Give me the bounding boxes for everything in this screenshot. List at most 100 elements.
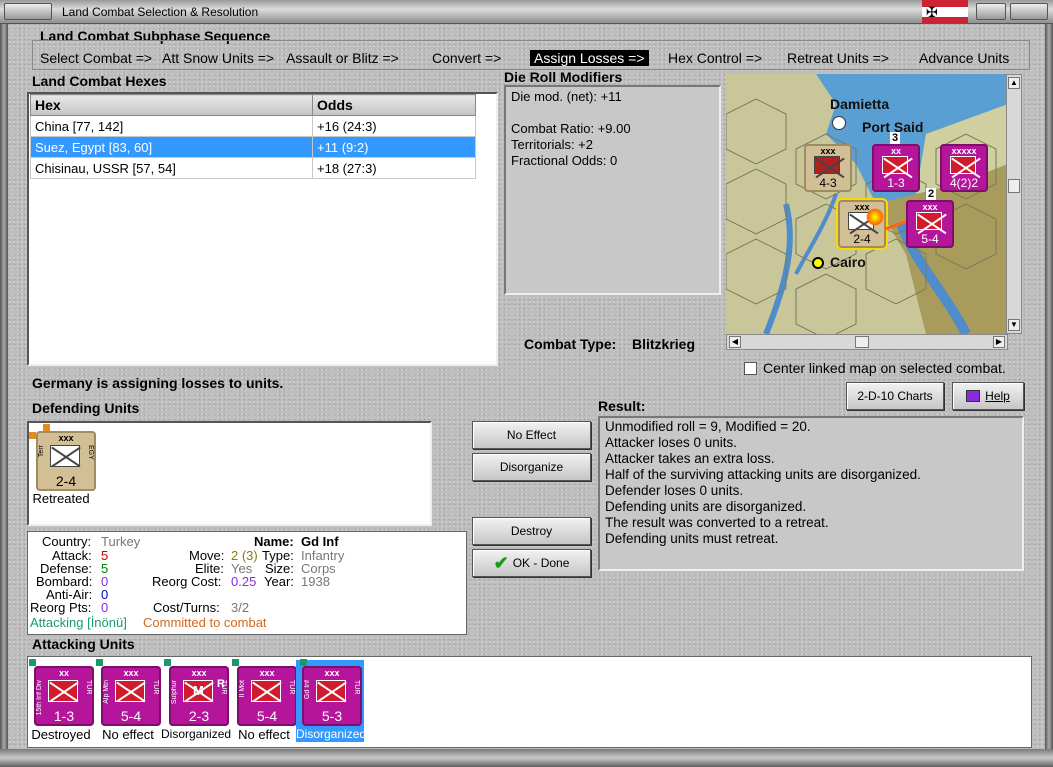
odds-cell: +16 (24:3) bbox=[312, 115, 476, 137]
col-hex-header[interactable]: Hex bbox=[30, 94, 313, 116]
scroll-thumb[interactable] bbox=[1008, 179, 1020, 193]
scroll-left-icon[interactable]: ◀ bbox=[729, 336, 741, 348]
odds-cell: +11 (9:2) bbox=[312, 136, 476, 158]
german-flag-icon: ✠ bbox=[922, 0, 968, 24]
unit-size: xx bbox=[58, 668, 69, 678]
unit-flag-marker-icon bbox=[300, 659, 307, 666]
col-odds-header[interactable]: Odds bbox=[312, 94, 476, 116]
modifier-line: Fractional Odds: 0 bbox=[511, 153, 618, 168]
table-row[interactable]: Suez, Egypt [83, 60] +11 (9:2) bbox=[30, 136, 476, 158]
counter-value: 4(2)2 bbox=[949, 176, 978, 190]
frame-left bbox=[0, 24, 8, 749]
map-view[interactable]: Damietta Port Said Cairo xxx 4-3 xx 1-3 … bbox=[726, 74, 1008, 334]
map-horizontal-scrollbar[interactable]: ◀ ▶ bbox=[726, 334, 1008, 350]
name-label: Name: bbox=[254, 534, 294, 549]
seq-step-convert: Convert => bbox=[432, 50, 502, 66]
unit-flag-marker-icon bbox=[29, 659, 36, 666]
year-label: Year: bbox=[264, 574, 294, 589]
unit-size: xxx bbox=[58, 433, 74, 443]
unit-value: 5-3 bbox=[321, 708, 343, 724]
minimize-button[interactable] bbox=[976, 3, 1006, 20]
unit-flag-marker-icon bbox=[43, 424, 50, 431]
infantry-symbol-icon bbox=[48, 680, 78, 702]
result-line: Unmodified roll = 9, Modified = 20. bbox=[605, 419, 811, 434]
scroll-right-icon[interactable]: ▶ bbox=[993, 336, 1005, 348]
unit-suffix: R bbox=[217, 678, 225, 690]
counter-size: xxx bbox=[922, 202, 938, 212]
attacking-unit[interactable]: xx 15th Inf Div TUR 1-3 bbox=[34, 666, 94, 726]
attacking-unit[interactable]: xxx II Mot TUR 5-4 bbox=[237, 666, 297, 726]
unit-value: 2-4 bbox=[55, 473, 77, 489]
map-counter-1-3[interactable]: xx 1-3 bbox=[872, 144, 920, 192]
defending-heading: Defending Units bbox=[32, 400, 140, 416]
unit-size: xxx bbox=[123, 668, 139, 678]
scroll-up-icon[interactable]: ▲ bbox=[1008, 77, 1020, 89]
no-effect-button[interactable]: No Effect bbox=[472, 421, 591, 449]
reorg-pts-label: Reorg Pts: bbox=[30, 600, 92, 615]
modifier-line: Combat Ratio: +9.00 bbox=[511, 121, 631, 136]
unit-mark: M bbox=[193, 683, 204, 698]
unit-type: Terr bbox=[38, 445, 45, 458]
unit-flag-marker-icon bbox=[232, 659, 239, 666]
checkmark-icon: ✔ bbox=[493, 552, 509, 573]
disorganize-button[interactable]: Disorganize bbox=[472, 453, 591, 481]
help-button[interactable]: Help bbox=[952, 382, 1024, 410]
table-row[interactable]: China [77, 142] +16 (24:3) bbox=[30, 115, 476, 137]
counter-symbol-icon bbox=[814, 156, 840, 174]
hex-cell: Suez, Egypt [83, 60] bbox=[30, 136, 313, 158]
seq-step-att-snow: Att Snow Units => bbox=[162, 50, 275, 66]
modifiers-panel bbox=[504, 85, 721, 295]
table-row[interactable]: Chisinau, USSR [57, 54] +18 (27:3) bbox=[30, 157, 476, 179]
counter-size: xxxxx bbox=[951, 146, 977, 156]
seq-step-retreat: Retreat Units => bbox=[787, 50, 889, 66]
counter-symbol-icon bbox=[916, 212, 942, 230]
center-linked-checkbox[interactable] bbox=[744, 362, 757, 375]
window-menu-button[interactable] bbox=[4, 3, 52, 20]
cost-turns-label: Cost/Turns: bbox=[153, 600, 220, 615]
unit-nation: TUR bbox=[85, 680, 92, 695]
result-heading: Result: bbox=[598, 398, 646, 414]
result-line: Defending units are disorganized. bbox=[605, 499, 807, 514]
infantry-symbol-icon bbox=[316, 680, 346, 702]
attacking-unit[interactable]: xxx Sulphur TUR M R 2-3 bbox=[169, 666, 229, 726]
book-icon bbox=[966, 390, 981, 402]
port-icon bbox=[832, 116, 846, 130]
unit-type: Sulphur bbox=[171, 680, 178, 705]
defending-unit[interactable]: xxx Terr EGY 2-4 bbox=[36, 431, 96, 491]
map-counter-5-4[interactable]: xxx 5-4 bbox=[906, 200, 954, 248]
map-counter-rsa[interactable]: xxx 4-3 bbox=[804, 144, 852, 192]
destroy-button[interactable]: Destroy bbox=[472, 517, 591, 545]
unit-flag-marker-icon bbox=[96, 659, 103, 666]
counter-size: xxx bbox=[820, 146, 836, 156]
result-line: Defending units must retreat. bbox=[605, 531, 779, 546]
charts-button[interactable]: 2-D-10 Charts bbox=[846, 382, 944, 410]
combat-type-value: Blitzkrieg bbox=[632, 336, 696, 352]
center-linked-label: Center linked map on selected combat. bbox=[763, 360, 1006, 376]
close-button[interactable] bbox=[1010, 3, 1048, 20]
attacking-unit-selected[interactable]: xxx Gd Inf TUR 5-3 bbox=[302, 666, 362, 726]
hex-cell: Chisinau, USSR [57, 54] bbox=[30, 157, 313, 179]
map-place-cairo: Cairo bbox=[830, 254, 866, 270]
seq-step-assault: Assault or Blitz => bbox=[286, 50, 399, 66]
ok-done-button[interactable]: ✔ OK - Done bbox=[472, 549, 591, 577]
scroll-thumb[interactable] bbox=[855, 336, 869, 348]
unit-value: 1-3 bbox=[53, 708, 75, 724]
infantry-symbol-icon bbox=[50, 445, 80, 467]
scroll-down-icon[interactable]: ▼ bbox=[1008, 319, 1020, 331]
map-vertical-scrollbar[interactable]: ▲ ▼ bbox=[1006, 74, 1022, 334]
map-counter-4-2-2[interactable]: xxxxx 4(2)2 bbox=[940, 144, 988, 192]
seq-step-assign-losses: Assign Losses => bbox=[530, 50, 649, 66]
counter-value: 5-4 bbox=[921, 232, 939, 246]
mountain-symbol-icon bbox=[115, 680, 145, 702]
reorg-cost-value: 0.25 bbox=[231, 574, 257, 589]
unit-nation: TUR bbox=[353, 680, 360, 695]
title-bar: Land Combat Selection & Resolution ✠ bbox=[0, 0, 1053, 24]
country-label: Country: bbox=[42, 534, 92, 549]
unit-type: II Mot bbox=[239, 680, 246, 698]
reorg-pts-value: 0 bbox=[101, 600, 109, 615]
motorized-infantry-symbol-icon bbox=[251, 680, 281, 702]
attacking-unit[interactable]: xxx Alp Mtn TUR 5-4 bbox=[101, 666, 161, 726]
unit-status: No effect bbox=[102, 727, 154, 742]
city-marker-icon bbox=[812, 257, 824, 269]
result-line: The result was converted to a retreat. bbox=[605, 515, 829, 530]
